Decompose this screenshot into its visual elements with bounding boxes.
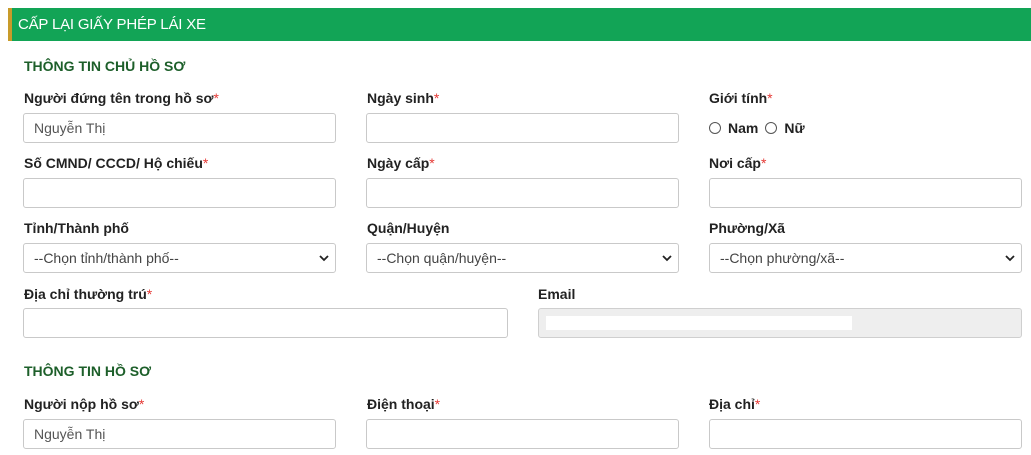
required-mark: * [767, 90, 773, 106]
district-selected-value: --Chọn quận/huyện-- [377, 250, 507, 266]
required-mark: * [138, 396, 145, 412]
gender-radio-group: Nam Nữ [709, 120, 805, 136]
required-mark: * [433, 90, 440, 106]
ward-selected-value: --Chọn phường/xã-- [720, 250, 845, 266]
required-mark: * [429, 155, 435, 171]
ward-label: Phường/Xã [709, 220, 786, 236]
required-mark: * [213, 90, 219, 106]
dob-input[interactable] [366, 113, 679, 143]
contact-address-input[interactable] [709, 419, 1022, 449]
submitter-input[interactable]: Nguyễn Thị [23, 419, 336, 449]
phone-input[interactable] [366, 419, 679, 449]
issue-place-label: Nơi cấp* [709, 155, 767, 171]
gender-male-radio[interactable] [709, 122, 721, 134]
submitter-label: Người nộp hồ sơ* [24, 396, 145, 412]
gender-label: Giới tính* [709, 90, 773, 106]
phone-label: Điện thoại* [367, 396, 441, 412]
issue-date-label: Ngày cấp* [367, 155, 435, 171]
gender-female-label[interactable]: Nữ [784, 120, 804, 136]
province-select[interactable]: --Chọn tỉnh/thành phố-- [23, 243, 336, 273]
redacted-email-bar [546, 316, 852, 330]
gender-female-radio[interactable] [765, 122, 778, 134]
owner-section-title: THÔNG TIN CHỦ HỒ SƠ [24, 58, 186, 74]
permanent-address-input[interactable] [23, 308, 508, 338]
chevron-down-icon [319, 255, 329, 262]
chevron-down-icon [1005, 255, 1015, 262]
required-mark: * [202, 155, 209, 171]
required-mark: * [760, 155, 767, 171]
id-number-label: Số CMND/ CCCD/ Hộ chiếu* [24, 155, 209, 171]
required-mark: * [754, 396, 761, 412]
province-label: Tỉnh/Thành phố [24, 220, 129, 236]
issue-place-input[interactable] [709, 178, 1022, 208]
id-number-input[interactable] [23, 178, 336, 208]
district-label: Quận/Huyện [367, 220, 450, 236]
district-select[interactable]: --Chọn quận/huyện-- [366, 243, 679, 273]
required-mark: * [146, 286, 153, 302]
ward-select[interactable]: --Chọn phường/xã-- [709, 243, 1022, 273]
chevron-down-icon [662, 255, 672, 262]
holder-name-input[interactable]: Nguyễn Thị [23, 113, 336, 143]
file-section-title: THÔNG TIN HỒ SƠ [24, 363, 152, 379]
province-selected-value: --Chọn tỉnh/thành phố-- [34, 250, 179, 266]
gender-male-label[interactable]: Nam [728, 120, 758, 136]
contact-address-label: Địa chỉ* [709, 396, 761, 412]
required-mark: * [434, 396, 441, 412]
page-title: CẤP LẠI GIẤY PHÉP LÁI XE [18, 16, 206, 33]
page-header: CẤP LẠI GIẤY PHÉP LÁI XE [8, 8, 1031, 41]
address-label: Địa chỉ thường trú* [24, 286, 153, 302]
email-label: Email [538, 286, 576, 302]
holder-name-label: Người đứng tên trong hồ sơ* [24, 90, 219, 106]
dob-label: Ngày sinh* [367, 90, 440, 106]
issue-date-input[interactable] [366, 178, 679, 208]
